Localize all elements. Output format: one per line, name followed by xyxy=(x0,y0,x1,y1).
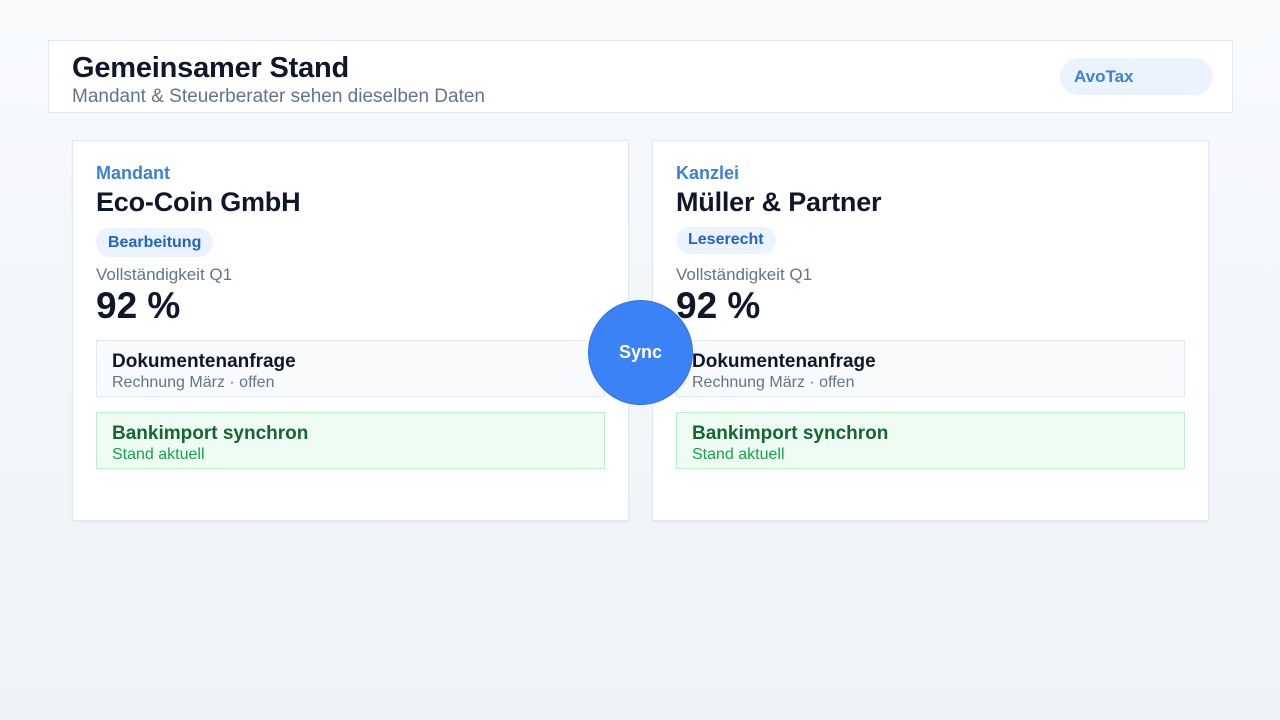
firm-card: Kanzlei Müller & Partner Leserecht Volls… xyxy=(652,140,1209,521)
completeness-label: Vollständigkeit Q1 xyxy=(676,265,813,284)
bank-import-title: Bankimport synchron xyxy=(112,423,309,444)
client-card: Mandant Eco-Coin GmbH Bearbeitung Vollst… xyxy=(72,140,629,521)
card-organization: Eco-Coin GmbH xyxy=(96,187,301,217)
completeness-value: 92 % xyxy=(676,285,761,326)
completeness-value: 92 % xyxy=(96,285,181,326)
sync-button[interactable]: Sync xyxy=(588,300,693,405)
permission-badge: Leserecht xyxy=(676,227,776,254)
document-request-title: Dokumentenanfrage xyxy=(112,351,296,372)
page-subtitle: Mandant & Steuerberater sehen dieselben … xyxy=(72,86,485,107)
bank-import-detail: Stand aktuell xyxy=(112,446,205,463)
document-request-detail: Rechnung März · offen xyxy=(112,374,275,391)
page-title: Gemeinsamer Stand xyxy=(72,52,350,84)
document-request-item[interactable]: Dokumentenanfrage Rechnung März · offen xyxy=(676,340,1185,397)
document-request-title: Dokumentenanfrage xyxy=(692,351,876,372)
document-request-item[interactable]: Dokumentenanfrage Rechnung März · offen xyxy=(96,340,605,397)
completeness-label: Vollständigkeit Q1 xyxy=(96,265,233,284)
permission-badge: Bearbeitung xyxy=(96,228,214,257)
card-organization: Müller & Partner xyxy=(676,187,882,217)
card-role: Kanzlei xyxy=(676,163,740,183)
bank-import-status[interactable]: Bankimport synchron Stand aktuell xyxy=(96,412,605,469)
document-request-detail: Rechnung März · offen xyxy=(692,374,855,391)
bank-import-title: Bankimport synchron xyxy=(692,423,889,444)
brand-badge[interactable]: AvoTax xyxy=(1060,58,1213,95)
bank-import-detail: Stand aktuell xyxy=(692,446,785,463)
card-role: Mandant xyxy=(96,163,170,183)
bank-import-status[interactable]: Bankimport synchron Stand aktuell xyxy=(676,412,1185,469)
page-header: Gemeinsamer Stand Mandant & Steuerberate… xyxy=(48,40,1233,113)
